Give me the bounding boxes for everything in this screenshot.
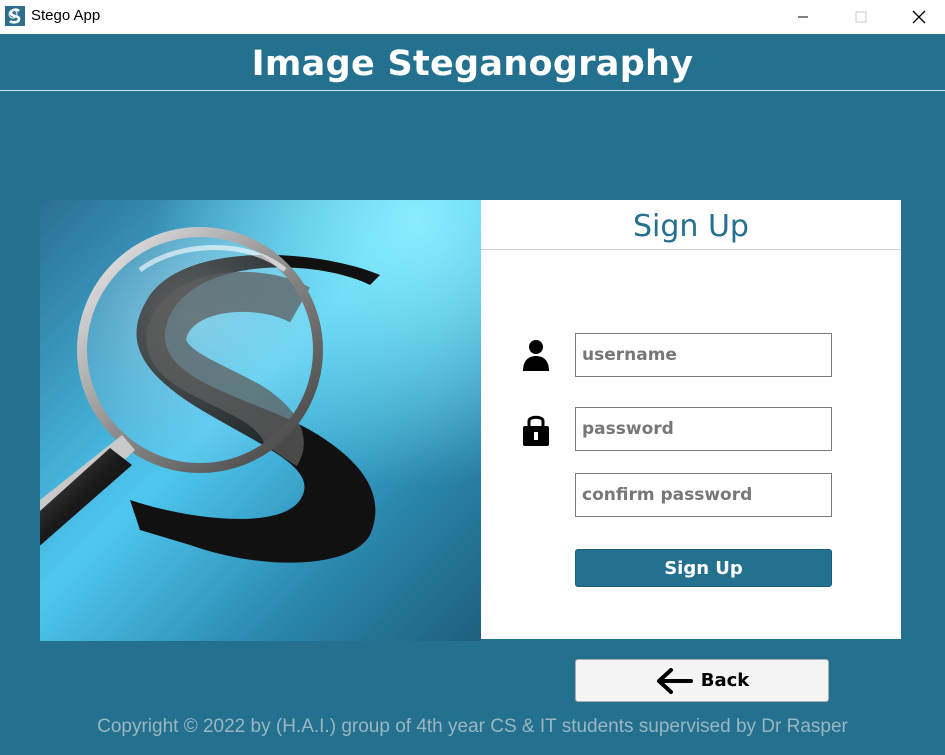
user-icon <box>523 340 549 371</box>
username-input[interactable] <box>575 333 832 377</box>
minimize-button[interactable] <box>775 0 831 34</box>
maximize-icon <box>855 11 867 23</box>
password-input[interactable] <box>575 407 832 451</box>
magnifier-letter-s-illustration <box>40 200 481 641</box>
close-icon <box>912 10 926 24</box>
close-button[interactable] <box>891 0 945 34</box>
back-label: Back <box>700 670 750 691</box>
lock-icon <box>523 415 549 446</box>
back-button[interactable]: Back <box>575 659 829 702</box>
stego-app-icon <box>5 6 25 26</box>
page-title: Image Steganography <box>251 44 694 84</box>
illustration-panel <box>40 200 481 641</box>
maximize-button[interactable] <box>833 0 889 34</box>
signup-title: Sign Up <box>481 200 901 250</box>
window-titlebar: Stego App <box>0 0 945 34</box>
confirm-password-input[interactable] <box>575 473 832 517</box>
app-header: Image Steganography <box>0 34 945 91</box>
signup-panel: Sign Up Sign Up <box>481 200 901 639</box>
arrow-left-icon <box>656 667 693 694</box>
minimize-icon <box>798 16 808 18</box>
window-title: Stego App <box>31 7 101 24</box>
signup-button[interactable]: Sign Up <box>575 549 832 587</box>
copyright-footer: Copyright © 2022 by (H.A.I.) group of 4t… <box>97 716 848 737</box>
